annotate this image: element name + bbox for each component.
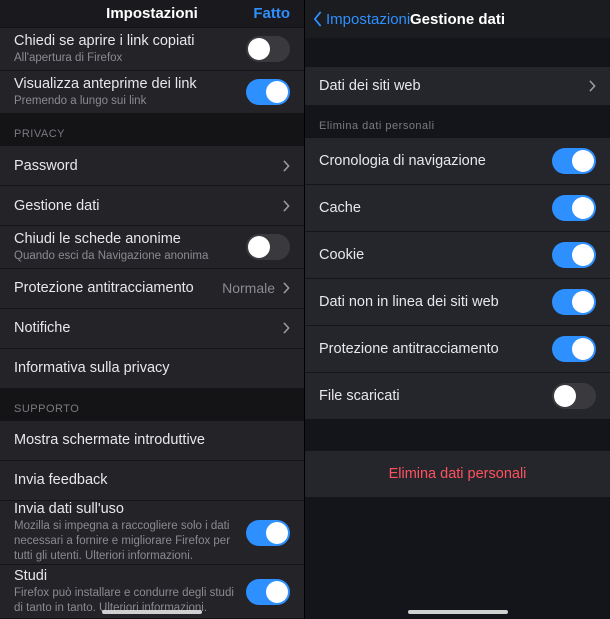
toggle-studies[interactable] bbox=[246, 579, 290, 605]
row-browsing-history[interactable]: Cronologia di navigazione bbox=[305, 138, 610, 185]
row-close-private-tabs[interactable]: Chiudi le schede anonime Quando esci da … bbox=[0, 226, 304, 269]
row-label: Mostra schermate introduttive bbox=[14, 432, 205, 448]
row-label: Cookie bbox=[319, 247, 364, 263]
row-label: Protezione antitracciamento bbox=[319, 341, 499, 357]
row-label: Cronologia di navigazione bbox=[319, 153, 486, 169]
done-button[interactable]: Fatto bbox=[253, 5, 290, 22]
row-label: Chiudi le schede anonime bbox=[14, 231, 246, 247]
row-sublabel: Quando esci da Navigazione anonima bbox=[14, 249, 246, 264]
back-button[interactable]: Impostazioni bbox=[313, 11, 410, 28]
toggle-clipboard[interactable] bbox=[246, 36, 290, 62]
page-title: Gestione dati bbox=[410, 11, 505, 28]
chevron-right-icon bbox=[283, 282, 290, 294]
chevron-right-icon bbox=[283, 160, 290, 172]
row-sublabel: All'apertura di Firefox bbox=[14, 51, 246, 66]
row-value: Normale bbox=[222, 280, 275, 296]
row-password[interactable]: Password bbox=[0, 146, 304, 186]
section-support: SUPPORTO bbox=[0, 389, 304, 421]
row-downloads[interactable]: File scaricati bbox=[305, 373, 610, 420]
row-tracking-protection[interactable]: Protezione antitracciamento Normale bbox=[0, 269, 304, 309]
row-label: Gestione dati bbox=[14, 198, 99, 214]
row-label: Password bbox=[14, 158, 78, 174]
toggle-history[interactable] bbox=[552, 148, 596, 174]
row-label: Dati dei siti web bbox=[319, 78, 421, 94]
row-label: Chiedi se aprire i link copiati bbox=[14, 33, 246, 49]
clear-data-button[interactable]: Elimina dati personali bbox=[305, 450, 610, 498]
chevron-right-icon bbox=[283, 322, 290, 334]
back-label: Impostazioni bbox=[326, 11, 410, 28]
toggle-cache[interactable] bbox=[552, 195, 596, 221]
row-sublabel: Premendo a lungo sui link bbox=[14, 94, 246, 109]
row-website-data[interactable]: Dati dei siti web bbox=[305, 66, 610, 106]
row-clipboard-links[interactable]: Chiedi se aprire i link copiati All'aper… bbox=[0, 27, 304, 71]
toggle-close-private[interactable] bbox=[246, 234, 290, 260]
row-label: File scaricati bbox=[319, 388, 400, 404]
row-send-feedback[interactable]: Invia feedback bbox=[0, 461, 304, 501]
row-sublabel: Mozilla si impegna a raccogliere solo i … bbox=[14, 519, 246, 564]
section-clear-data: Elimina dati personali bbox=[305, 106, 610, 138]
header-bar: Impostazioni Gestione dati bbox=[305, 0, 610, 38]
toggle-offline[interactable] bbox=[552, 289, 596, 315]
chevron-left-icon bbox=[313, 11, 323, 27]
row-offline-data[interactable]: Dati non in linea dei siti web bbox=[305, 279, 610, 326]
row-label: Informativa sulla privacy bbox=[14, 360, 170, 376]
section-privacy: PRIVACY bbox=[0, 114, 304, 146]
row-tracking-protection[interactable]: Protezione antitracciamento bbox=[305, 326, 610, 373]
row-show-intro[interactable]: Mostra schermate introduttive bbox=[0, 421, 304, 461]
row-label: Dati non in linea dei siti web bbox=[319, 294, 499, 310]
row-cookies[interactable]: Cookie bbox=[305, 232, 610, 279]
page-title: Impostazioni bbox=[106, 5, 198, 22]
row-cache[interactable]: Cache bbox=[305, 185, 610, 232]
row-data-management[interactable]: Gestione dati bbox=[0, 186, 304, 226]
row-privacy-info[interactable]: Informativa sulla privacy bbox=[0, 349, 304, 389]
row-label: Cache bbox=[319, 200, 361, 216]
toggle-downloads[interactable] bbox=[552, 383, 596, 409]
destructive-label: Elimina dati personali bbox=[389, 466, 527, 482]
row-notifications[interactable]: Notifiche bbox=[0, 309, 304, 349]
row-label: Protezione antitracciamento bbox=[14, 280, 194, 296]
row-label: Notifiche bbox=[14, 320, 70, 336]
chevron-right-icon bbox=[283, 200, 290, 212]
home-indicator[interactable] bbox=[102, 610, 202, 614]
row-link-previews[interactable]: Visualizza anteprime dei link Premendo a… bbox=[0, 71, 304, 114]
toggle-usage[interactable] bbox=[246, 520, 290, 546]
row-usage-data[interactable]: Invia dati sull'uso Mozilla si impegna a… bbox=[0, 501, 304, 565]
row-label: Invia dati sull'uso bbox=[14, 501, 246, 517]
row-label: Visualizza anteprime dei link bbox=[14, 76, 246, 92]
chevron-right-icon bbox=[589, 80, 596, 92]
home-indicator[interactable] bbox=[408, 610, 508, 614]
row-label: Invia feedback bbox=[14, 472, 108, 488]
toggle-cookie[interactable] bbox=[552, 242, 596, 268]
toggle-preview[interactable] bbox=[246, 79, 290, 105]
header-bar: Impostazioni Fatto bbox=[0, 0, 304, 27]
row-label: Studi bbox=[14, 568, 246, 584]
toggle-tracking[interactable] bbox=[552, 336, 596, 362]
